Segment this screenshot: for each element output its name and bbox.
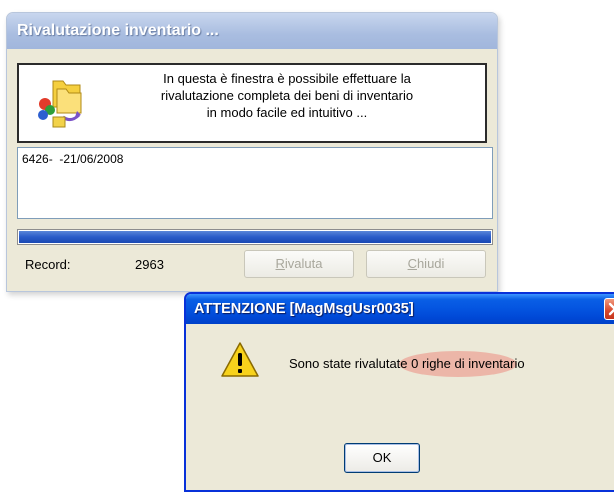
progress-fill bbox=[19, 231, 491, 243]
close-x-icon bbox=[608, 302, 614, 316]
info-line-3: in modo facile ed intuitivo ... bbox=[206, 105, 368, 120]
window-title: Rivalutazione inventario ... bbox=[7, 13, 497, 49]
rivalutazione-window: Rivalutazione inventario ... In questa è… bbox=[6, 12, 498, 292]
rivaluta-label: ivaluta bbox=[284, 256, 323, 271]
log-textarea[interactable]: 6426- -21/06/2008 bbox=[17, 147, 493, 219]
chiudi-accel: C bbox=[407, 256, 417, 271]
info-text: In questa è finestra è possibile effettu… bbox=[97, 70, 477, 121]
record-label: Record: bbox=[25, 257, 71, 272]
warning-icon bbox=[221, 342, 259, 377]
chiudi-label: hiudi bbox=[416, 256, 445, 271]
dialog-title: ATTENZIONE [MagMsgUsr0035] bbox=[186, 294, 614, 324]
dialog-message: Sono state rivalutate 0 righe di inventa… bbox=[289, 356, 525, 371]
attenzione-dialog: ATTENZIONE [MagMsgUsr0035] Sono state ri… bbox=[184, 292, 614, 492]
ok-button[interactable]: OK bbox=[344, 443, 420, 473]
log-text: 6426- -21/06/2008 bbox=[22, 152, 124, 166]
rivaluta-accel: R bbox=[275, 256, 285, 271]
chiudi-button[interactable]: Chiudi bbox=[366, 250, 486, 278]
info-line-1: In questa è finestra è possibile effettu… bbox=[163, 71, 411, 86]
rivaluta-button[interactable]: Rivaluta bbox=[244, 250, 354, 278]
close-icon[interactable] bbox=[604, 298, 614, 320]
progress-bar bbox=[17, 229, 493, 245]
info-line-2: rivalutazione completa dei beni di inven… bbox=[160, 88, 414, 103]
info-panel: In questa è finestra è possibile effettu… bbox=[17, 63, 487, 143]
record-count: 2963 bbox=[135, 257, 164, 272]
folders-wizard-icon bbox=[38, 80, 82, 128]
